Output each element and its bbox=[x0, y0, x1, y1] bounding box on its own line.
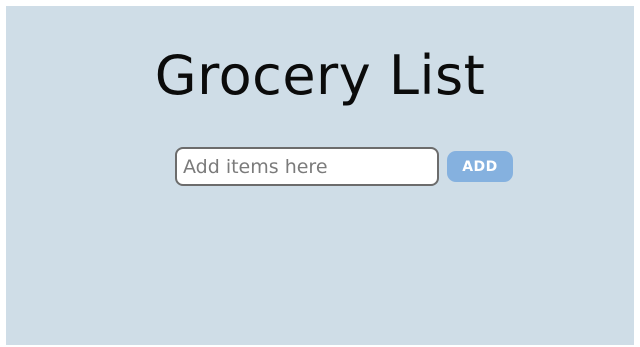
page-title: Grocery List bbox=[154, 44, 486, 107]
add-button[interactable]: ADD bbox=[447, 151, 513, 182]
add-item-form: ADD bbox=[175, 147, 513, 186]
grocery-app: Grocery List ADD bbox=[6, 6, 634, 345]
add-item-input[interactable] bbox=[175, 147, 439, 186]
